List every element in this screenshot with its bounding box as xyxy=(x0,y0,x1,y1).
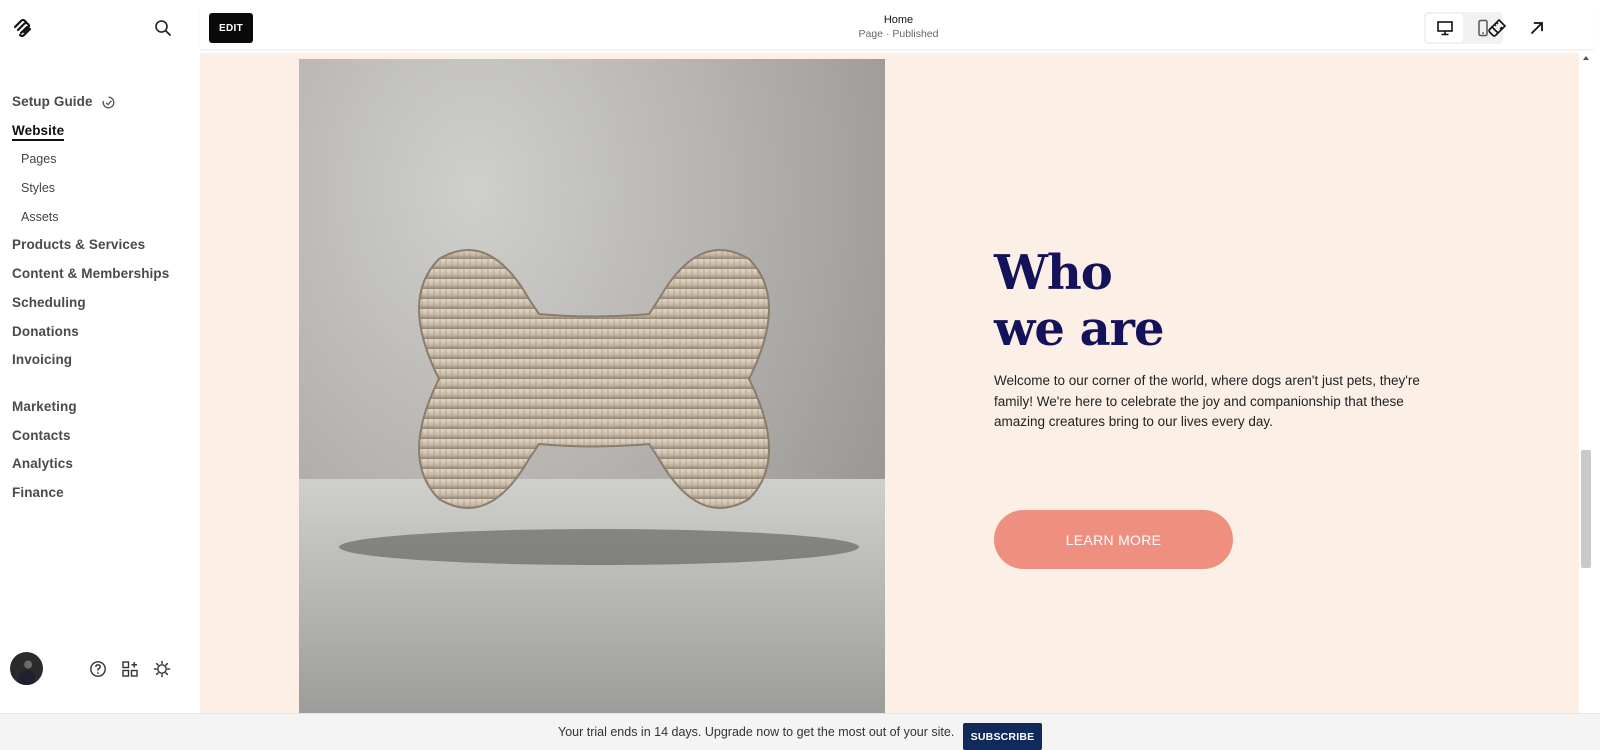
page-info[interactable]: Home Page · Published xyxy=(780,13,1017,41)
heading-line-2: we are xyxy=(994,301,1164,357)
squarespace-logo-icon[interactable] xyxy=(12,18,34,38)
settings-icon[interactable] xyxy=(153,660,171,678)
sidebar-item-website[interactable]: Website xyxy=(0,117,197,146)
apps-icon[interactable] xyxy=(121,660,139,678)
dog-bone-toy-image xyxy=(339,249,859,565)
trial-banner: Your trial ends in 14 days. Upgrade now … xyxy=(0,713,1600,750)
page-status: Page · Published xyxy=(858,28,939,40)
sidebar-item-content-memberships[interactable]: Content & Memberships xyxy=(0,260,197,289)
site-preview-canvas[interactable]: Who we are Welcome to our corner of the … xyxy=(200,53,1579,713)
sidebar-item-marketing[interactable]: Marketing xyxy=(0,393,197,422)
sidebar-item-styles[interactable]: Styles xyxy=(0,174,197,203)
sidebar-item-setup-guide[interactable]: Setup Guide xyxy=(0,88,197,117)
open-site-arrow-icon[interactable] xyxy=(1527,18,1547,38)
section-body-text[interactable]: Welcome to our corner of the world, wher… xyxy=(994,371,1434,433)
progress-icon xyxy=(103,96,115,109)
sidebar-item-products-services[interactable]: Products & Services xyxy=(0,231,197,260)
editor-topbar: EDIT Home Page · Published xyxy=(200,5,1593,50)
edit-button[interactable]: EDIT xyxy=(209,13,253,43)
scrollbar[interactable] xyxy=(1579,53,1593,713)
search-icon[interactable] xyxy=(154,19,172,37)
sidebar-footer xyxy=(0,652,197,688)
page-title: Home xyxy=(883,14,914,26)
sidebar-nav: Setup Guide Website Pages Styles Assets … xyxy=(0,88,197,508)
section-heading[interactable]: Who we are xyxy=(994,245,1164,357)
desktop-icon xyxy=(1436,21,1453,36)
learn-more-button[interactable]: LEARN MORE xyxy=(994,510,1233,569)
sidebar-item-scheduling[interactable]: Scheduling xyxy=(0,289,197,318)
sidebar-item-pages[interactable]: Pages xyxy=(0,145,197,174)
sidebar-item-donations[interactable]: Donations xyxy=(0,318,197,347)
sidebar-item-contacts[interactable]: Contacts xyxy=(0,422,197,451)
hero-image[interactable] xyxy=(299,59,885,713)
sidebar-item-finance[interactable]: Finance xyxy=(0,479,197,508)
design-brush-icon[interactable] xyxy=(1487,18,1507,38)
sidebar-item-analytics[interactable]: Analytics xyxy=(0,450,197,479)
sidebar-item-label: Website xyxy=(12,122,65,141)
desktop-view-button[interactable] xyxy=(1426,14,1463,42)
help-icon[interactable] xyxy=(89,660,107,678)
subscribe-button[interactable]: SUBSCRIBE xyxy=(963,723,1042,750)
scroll-up-icon[interactable] xyxy=(1582,54,1590,62)
sidebar: Setup Guide Website Pages Styles Assets … xyxy=(0,0,197,713)
sidebar-item-label: Setup Guide xyxy=(12,94,93,109)
heading-line-1: Who xyxy=(994,245,1113,301)
sidebar-item-invoicing[interactable]: Invoicing xyxy=(0,346,197,375)
scrollbar-thumb[interactable] xyxy=(1581,450,1591,568)
sidebar-item-assets[interactable]: Assets xyxy=(0,203,197,232)
avatar[interactable] xyxy=(10,652,43,685)
trial-message: Your trial ends in 14 days. Upgrade now … xyxy=(558,725,955,739)
